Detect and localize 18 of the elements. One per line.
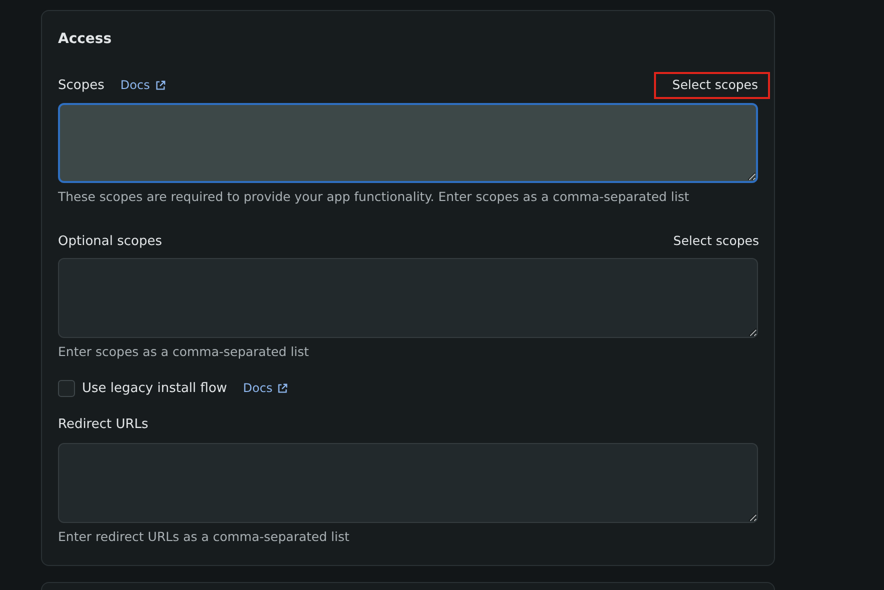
field-label: Optional scopes bbox=[58, 232, 162, 251]
redirect-urls-textarea[interactable] bbox=[58, 442, 758, 522]
help-text: Enter scopes as a comma-separated list bbox=[58, 343, 309, 361]
docs-link[interactable]: Docs bbox=[120, 76, 166, 94]
scopes-textarea[interactable] bbox=[58, 102, 758, 183]
scopes-textarea[interactable] bbox=[58, 258, 758, 338]
checkbox-label: Use legacy install flow bbox=[82, 380, 228, 398]
select-scopes-link[interactable]: Select scopes bbox=[656, 229, 770, 254]
select-scopes-link[interactable]: Select scopes bbox=[654, 72, 770, 99]
docs-link[interactable]: Docs bbox=[243, 379, 288, 398]
external-link-icon bbox=[154, 80, 166, 91]
legacy-checkbox[interactable] bbox=[58, 380, 75, 397]
field-label: Scopes bbox=[58, 76, 104, 95]
external-link-icon bbox=[277, 382, 288, 394]
section-title: Access bbox=[58, 30, 112, 49]
help-text: These scopes are required to provide your app functionality. Enter scopes as a comma-separated list bbox=[58, 188, 690, 206]
field-label: Redirect URLs bbox=[58, 416, 150, 434]
help-text: Enter redirect URLs as a comma-separated list bbox=[58, 528, 350, 546]
